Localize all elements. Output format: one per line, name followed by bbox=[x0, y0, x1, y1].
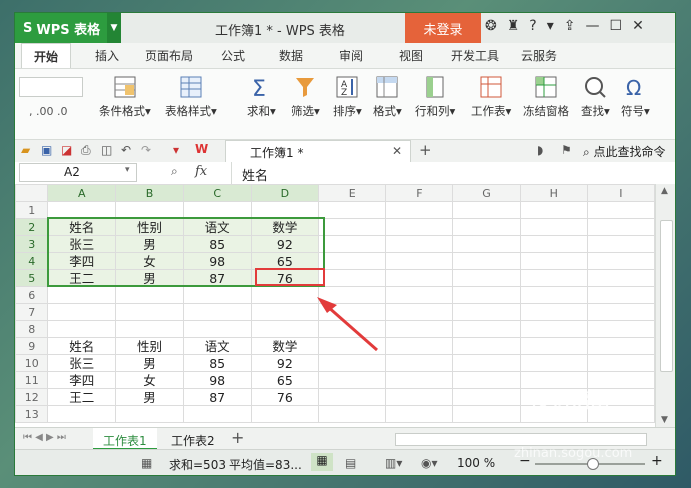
app-name: WPS 表格 bbox=[36, 22, 101, 38]
tab-view[interactable]: 视图 bbox=[399, 47, 423, 64]
chevron-down-icon[interactable]: ▾ bbox=[547, 18, 554, 34]
sort-icon: AZ bbox=[336, 76, 358, 98]
conditional-format-icon bbox=[114, 76, 136, 98]
page-break-icon[interactable]: ▤ bbox=[345, 456, 356, 470]
zoom-level: 100 % bbox=[457, 456, 496, 470]
tab-insert[interactable]: 插入 bbox=[95, 47, 119, 64]
scroll-down-icon[interactable]: ▼ bbox=[661, 415, 668, 425]
zoom-search-icon[interactable]: ⌕ bbox=[171, 164, 178, 179]
fx-button[interactable]: fx bbox=[195, 164, 207, 179]
tab-home[interactable]: 开始 bbox=[21, 43, 72, 68]
print-icon[interactable]: ⎙ bbox=[81, 143, 91, 158]
formula-input[interactable]: 姓名 bbox=[231, 162, 675, 186]
status-sum: 求和=503 bbox=[169, 458, 226, 472]
sheet-nav-icon[interactable]: ⏮ ◀ ▶ ⏭ bbox=[23, 432, 66, 443]
svg-text:Σ: Σ bbox=[252, 77, 266, 99]
freeze-pane-button[interactable]: 冻结窗格 bbox=[523, 75, 569, 119]
minimize-icon[interactable]: — bbox=[586, 18, 600, 34]
redo-icon[interactable]: ↷ bbox=[141, 143, 151, 157]
conditional-format-button[interactable]: 条件格式▾ bbox=[99, 75, 151, 119]
tab-page-layout[interactable]: 页面布局 bbox=[145, 47, 193, 64]
svg-text:Ω: Ω bbox=[626, 76, 641, 99]
app-menu-button[interactable]: S WPS 表格 ▼ bbox=[15, 13, 121, 43]
sheet-tab-2[interactable]: 工作表2 bbox=[161, 428, 225, 450]
quick-access-toolbar: ▰ ▣ ◪ ⎙ ◫ ↶ ↷ ▾ W 工作簿1 * ✕ + ◗ ⚑ ⌕ 点此查找命… bbox=[15, 140, 675, 163]
symbol-button[interactable]: Ω 符号▾ bbox=[621, 75, 650, 119]
decimal-icon[interactable]: , .00 .0 bbox=[29, 105, 67, 118]
reading-icon[interactable]: ▥▾ bbox=[385, 456, 402, 470]
scroll-up-icon[interactable]: ▲ bbox=[661, 186, 668, 196]
sheet-tab-1[interactable]: 工作表1 bbox=[93, 428, 157, 450]
maximize-icon[interactable]: ☐ bbox=[610, 18, 623, 34]
tab-cloud[interactable]: 云服务 bbox=[521, 47, 557, 64]
formula-bar: A2 ▾ ⌕ fx 姓名 bbox=[15, 162, 675, 186]
preview-icon[interactable]: ◫ bbox=[101, 143, 112, 157]
vertical-scrollbar[interactable]: ▲ ▼ bbox=[655, 184, 675, 427]
horizontal-scrollbar[interactable] bbox=[395, 433, 647, 446]
flag-icon[interactable]: ⚑ bbox=[561, 143, 572, 157]
ribbon: , .00 .0 条件格式▾ 表格样式▾ Σ 求和▾ 筛选▾ AZ 排序▾ 格式… bbox=[15, 69, 675, 140]
nav-icon[interactable]: ◗ bbox=[537, 143, 543, 157]
tab-data[interactable]: 数据 bbox=[279, 47, 303, 64]
freeze-icon bbox=[535, 76, 557, 98]
window-controls: ❂ ♜ ? ▾ ⇪ — ☐ ✕ bbox=[485, 18, 644, 34]
symbol-icon: Ω bbox=[626, 76, 641, 99]
wps-w-icon[interactable]: W bbox=[195, 142, 208, 156]
eye-icon[interactable]: ◉▾ bbox=[421, 456, 438, 470]
row-col-button[interactable]: 行和列▾ bbox=[415, 75, 455, 119]
format-icon bbox=[376, 76, 398, 98]
open-icon[interactable]: ▰ bbox=[21, 143, 30, 157]
tab-review[interactable]: 审阅 bbox=[339, 47, 363, 64]
undo-icon[interactable]: ↶ bbox=[121, 143, 131, 157]
name-box[interactable]: A2 bbox=[19, 163, 137, 182]
upload-icon[interactable]: ⇪ bbox=[564, 18, 576, 34]
normal-view-icon[interactable]: ▦ bbox=[311, 453, 333, 471]
format-button[interactable]: 格式▾ bbox=[373, 75, 402, 119]
help-icon[interactable]: ? bbox=[529, 18, 536, 34]
add-sheet-icon[interactable]: + bbox=[231, 428, 244, 447]
table-style-button[interactable]: 表格样式▾ bbox=[165, 75, 217, 119]
sort-button[interactable]: AZ 排序▾ bbox=[333, 75, 362, 119]
scroll-thumb[interactable] bbox=[660, 220, 673, 372]
customize-icon[interactable]: ▾ bbox=[173, 143, 179, 157]
filter-icon bbox=[296, 78, 315, 97]
shirt-icon[interactable]: ♜ bbox=[507, 18, 520, 34]
find-icon bbox=[585, 77, 607, 98]
calc-icon[interactable]: ▦ bbox=[141, 456, 152, 470]
command-search[interactable]: ⌕ 点此查找命令 bbox=[583, 143, 666, 160]
number-format-select[interactable] bbox=[19, 77, 83, 97]
tab-formula[interactable]: 公式 bbox=[221, 47, 245, 64]
svg-text:Z: Z bbox=[341, 88, 347, 98]
filter-button[interactable]: 筛选▾ bbox=[291, 75, 320, 119]
watermark-url: zhinan.sogou.com bbox=[514, 446, 633, 461]
new-tab-icon[interactable]: + bbox=[419, 141, 432, 159]
sum-button[interactable]: Σ 求和▾ bbox=[247, 75, 276, 119]
zoom-in-icon[interactable]: + bbox=[651, 453, 663, 469]
wps-logo-icon: S bbox=[23, 20, 33, 36]
table-style-icon bbox=[180, 76, 202, 98]
chevron-down-icon[interactable]: ▾ bbox=[125, 165, 130, 175]
tab-developer[interactable]: 开发工具 bbox=[451, 47, 499, 64]
save-icon[interactable]: ▣ bbox=[41, 143, 52, 157]
worksheet-icon bbox=[480, 76, 502, 98]
title-bar: S WPS 表格 ▼ 工作簿1 * - WPS 表格 未登录 ❂ ♜ ? ▾ ⇪… bbox=[15, 13, 675, 43]
login-button[interactable]: 未登录 bbox=[405, 13, 481, 43]
window-title: 工作簿1 * - WPS 表格 bbox=[215, 24, 345, 39]
worksheet-button[interactable]: 工作表▾ bbox=[471, 75, 511, 119]
zoom-slider[interactable] bbox=[535, 458, 645, 470]
sum-icon: Σ bbox=[252, 77, 266, 99]
pdf-icon[interactable]: ◪ bbox=[61, 143, 72, 157]
ribbon-tabs: 开始 插入 页面布局 公式 数据 审阅 视图 开发工具 云服务 bbox=[15, 43, 675, 69]
close-tab-icon[interactable]: ✕ bbox=[392, 144, 402, 158]
close-icon[interactable]: ✕ bbox=[632, 18, 644, 34]
row-col-icon bbox=[426, 76, 444, 98]
document-tab[interactable]: 工作簿1 * ✕ bbox=[225, 140, 411, 162]
skin-icon[interactable]: ❂ bbox=[485, 18, 497, 34]
watermark-brand: 搜狗指南 bbox=[530, 388, 610, 412]
status-average: 平均值=83... bbox=[229, 458, 302, 472]
find-button[interactable]: 查找▾ bbox=[581, 75, 610, 119]
chevron-down-icon[interactable]: ▼ bbox=[107, 13, 121, 43]
